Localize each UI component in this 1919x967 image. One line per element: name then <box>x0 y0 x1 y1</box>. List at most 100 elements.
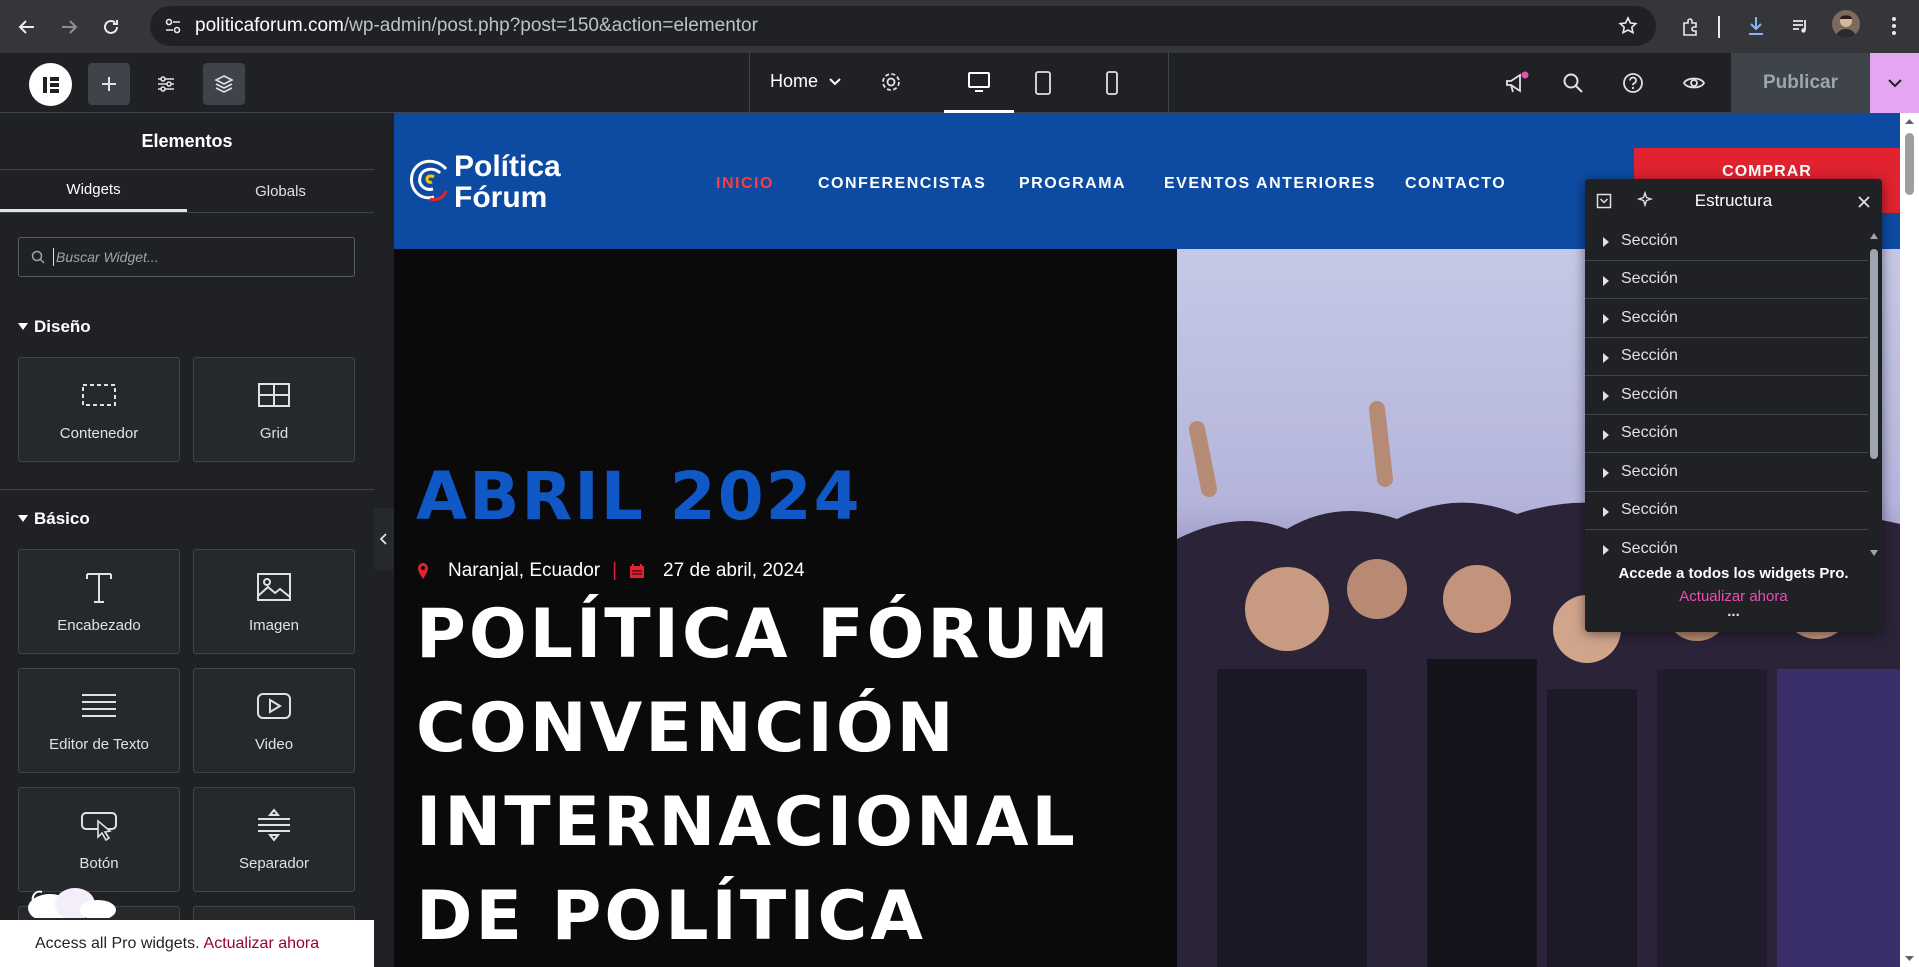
widget-contenedor[interactable]: Contenedor <box>18 357 180 462</box>
page-settings-gear-icon[interactable] <box>880 71 902 98</box>
structure-layers-icon[interactable] <box>203 63 245 105</box>
event-date: 27 de abril, 2024 <box>663 560 805 581</box>
calendar-icon <box>630 564 645 578</box>
video-icon <box>256 688 292 724</box>
collapse-panel-button[interactable] <box>374 508 394 570</box>
reload-icon[interactable] <box>96 12 126 42</box>
url-text: politicaforum.com/wp-admin/post.php?post… <box>195 15 758 37</box>
extensions-icon[interactable] <box>1675 12 1705 42</box>
publish-button[interactable]: Publicar <box>1731 53 1870 113</box>
mobile-view-icon[interactable] <box>1105 71 1119 100</box>
navigator-resize-handle[interactable]: ... <box>1585 604 1882 619</box>
navigator-item[interactable]: Sección <box>1585 338 1868 376</box>
widget-grid[interactable]: Grid <box>193 357 355 462</box>
scroll-up-icon[interactable] <box>1869 232 1879 240</box>
widget-separador[interactable]: Separador <box>193 787 355 892</box>
event-meta[interactable]: Naranjal, Ecuador | 27 de abril, 2024 <box>416 560 805 582</box>
navigator-item[interactable]: Sección <box>1585 453 1868 492</box>
nav-programa[interactable]: PROGRAMA <box>1019 175 1126 193</box>
scroll-down-icon[interactable] <box>1869 549 1879 557</box>
category-label: Diseño <box>34 317 91 336</box>
preview-eye-icon[interactable] <box>1682 73 1706 98</box>
promo-text: Access all Pro widgets. <box>35 934 200 952</box>
navigator-item[interactable]: Sección <box>1585 261 1868 299</box>
navigator-item[interactable]: Sección <box>1585 299 1868 338</box>
navigator-scrollbar[interactable] <box>1869 227 1879 557</box>
site-settings-icon[interactable] <box>145 63 187 105</box>
category-label: Básico <box>34 509 90 528</box>
search-icon[interactable] <box>1562 72 1584 99</box>
elements-panel: Elementos Widgets Globals Buscar Widget.… <box>0 113 374 967</box>
widget-label: Video <box>254 736 294 753</box>
scroll-down-arrow-icon[interactable] <box>1900 953 1919 965</box>
pro-promo-bar: Access all Pro widgets. Actualizar ahora <box>0 920 374 967</box>
widget-label: Imagen <box>248 617 300 634</box>
download-icon[interactable] <box>1741 11 1771 41</box>
category-basico[interactable]: Básico <box>18 509 90 529</box>
address-bar[interactable]: politicaforum.com/wp-admin/post.php?post… <box>150 6 1656 46</box>
site-logo-icon[interactable] <box>406 151 450 216</box>
publish-options-chevron-icon[interactable] <box>1870 53 1919 113</box>
text-editor-icon <box>80 688 118 724</box>
tab-widgets[interactable]: Widgets <box>0 170 187 212</box>
back-icon[interactable] <box>12 12 42 42</box>
desktop-view-icon[interactable] <box>944 53 1014 113</box>
navigator-item[interactable]: Sección <box>1585 222 1868 261</box>
chevron-left-icon <box>380 533 387 545</box>
elementor-logo-icon[interactable] <box>29 63 72 106</box>
navigator-scroll-thumb[interactable] <box>1870 249 1878 459</box>
widget-imagen[interactable]: Imagen <box>193 549 355 654</box>
search-icon <box>31 250 45 264</box>
nav-inicio[interactable]: INICIO <box>716 175 774 193</box>
widget-encabezado[interactable]: Encabezado <box>18 549 180 654</box>
hero-title[interactable]: POLÍTICA FÓRUM CONVENCIÓN INTERNACIONAL … <box>416 588 1136 964</box>
browser-toolbar: politicaforum.com/wp-admin/post.php?post… <box>0 0 1919 53</box>
site-logo-text[interactable]: Política Fórum <box>454 151 561 213</box>
forward-icon[interactable] <box>54 12 84 42</box>
title-line-2: CONVENCIÓN <box>416 689 957 768</box>
nav-eventos-anteriores[interactable]: EVENTOS ANTERIORES <box>1164 175 1376 193</box>
navigator-promo-text: Accede a todos los widgets Pro. <box>1618 565 1849 582</box>
nav-conferencistas[interactable]: CONFERENCISTAS <box>818 175 986 193</box>
bookmark-star-icon[interactable] <box>1618 16 1638 41</box>
title-line-4: DE POLÍTICA <box>416 877 927 956</box>
scroll-up-arrow-icon[interactable] <box>1900 115 1919 127</box>
widget-search-input[interactable]: Buscar Widget... <box>18 237 355 277</box>
grid-icon <box>257 377 291 413</box>
editor-top-bar: Home Publicar <box>0 53 1919 113</box>
category-diseno[interactable]: Diseño <box>18 317 91 337</box>
navigator-item[interactable]: Sección <box>1585 415 1868 453</box>
notifications-megaphone-icon[interactable] <box>1503 71 1529 102</box>
add-element-button[interactable] <box>88 63 130 105</box>
promo-upgrade-link[interactable]: Actualizar ahora <box>204 935 320 953</box>
browser-menu-icon[interactable] <box>1879 11 1909 41</box>
title-line-3: INTERNACIONAL <box>416 783 1078 862</box>
structure-navigator[interactable]: Estructura Sección Sección Sección Secci… <box>1585 179 1882 632</box>
toolbar-divider <box>1716 14 1722 40</box>
page-scrollbar[interactable] <box>1900 113 1919 967</box>
media-control-icon[interactable] <box>1786 11 1816 41</box>
profile-avatar[interactable] <box>1832 10 1860 38</box>
navigator-item[interactable]: Sección <box>1585 376 1868 415</box>
widget-label: Separador <box>238 855 310 872</box>
url-path: /wp-admin/post.php?post=150&action=eleme… <box>343 15 758 36</box>
page-select[interactable]: Home <box>770 71 842 92</box>
caret-down-icon <box>18 323 28 330</box>
navigator-item[interactable]: Sección <box>1585 492 1868 530</box>
event-month-heading[interactable]: ABRIL 2024 <box>416 458 862 535</box>
site-info-icon[interactable] <box>164 17 182 40</box>
logo-line-2: Fórum <box>454 181 548 214</box>
ai-sparkle-icon[interactable] <box>1636 190 1654 214</box>
page-scroll-thumb[interactable] <box>1905 133 1914 195</box>
widget-video[interactable]: Video <box>193 668 355 773</box>
tablet-view-icon[interactable] <box>1034 71 1052 100</box>
help-icon[interactable] <box>1622 72 1644 99</box>
close-icon[interactable] <box>1858 193 1870 213</box>
navigator-item[interactable]: Sección <box>1585 530 1868 569</box>
navigator-list: Sección Sección Sección Sección Sección … <box>1585 222 1868 569</box>
widget-boton[interactable]: Botón <box>18 787 180 892</box>
widget-editor-de-texto[interactable]: Editor de Texto <box>18 668 180 773</box>
nav-contacto[interactable]: CONTACTO <box>1405 175 1506 193</box>
tab-globals[interactable]: Globals <box>187 170 374 212</box>
collapse-all-icon[interactable] <box>1596 193 1612 214</box>
